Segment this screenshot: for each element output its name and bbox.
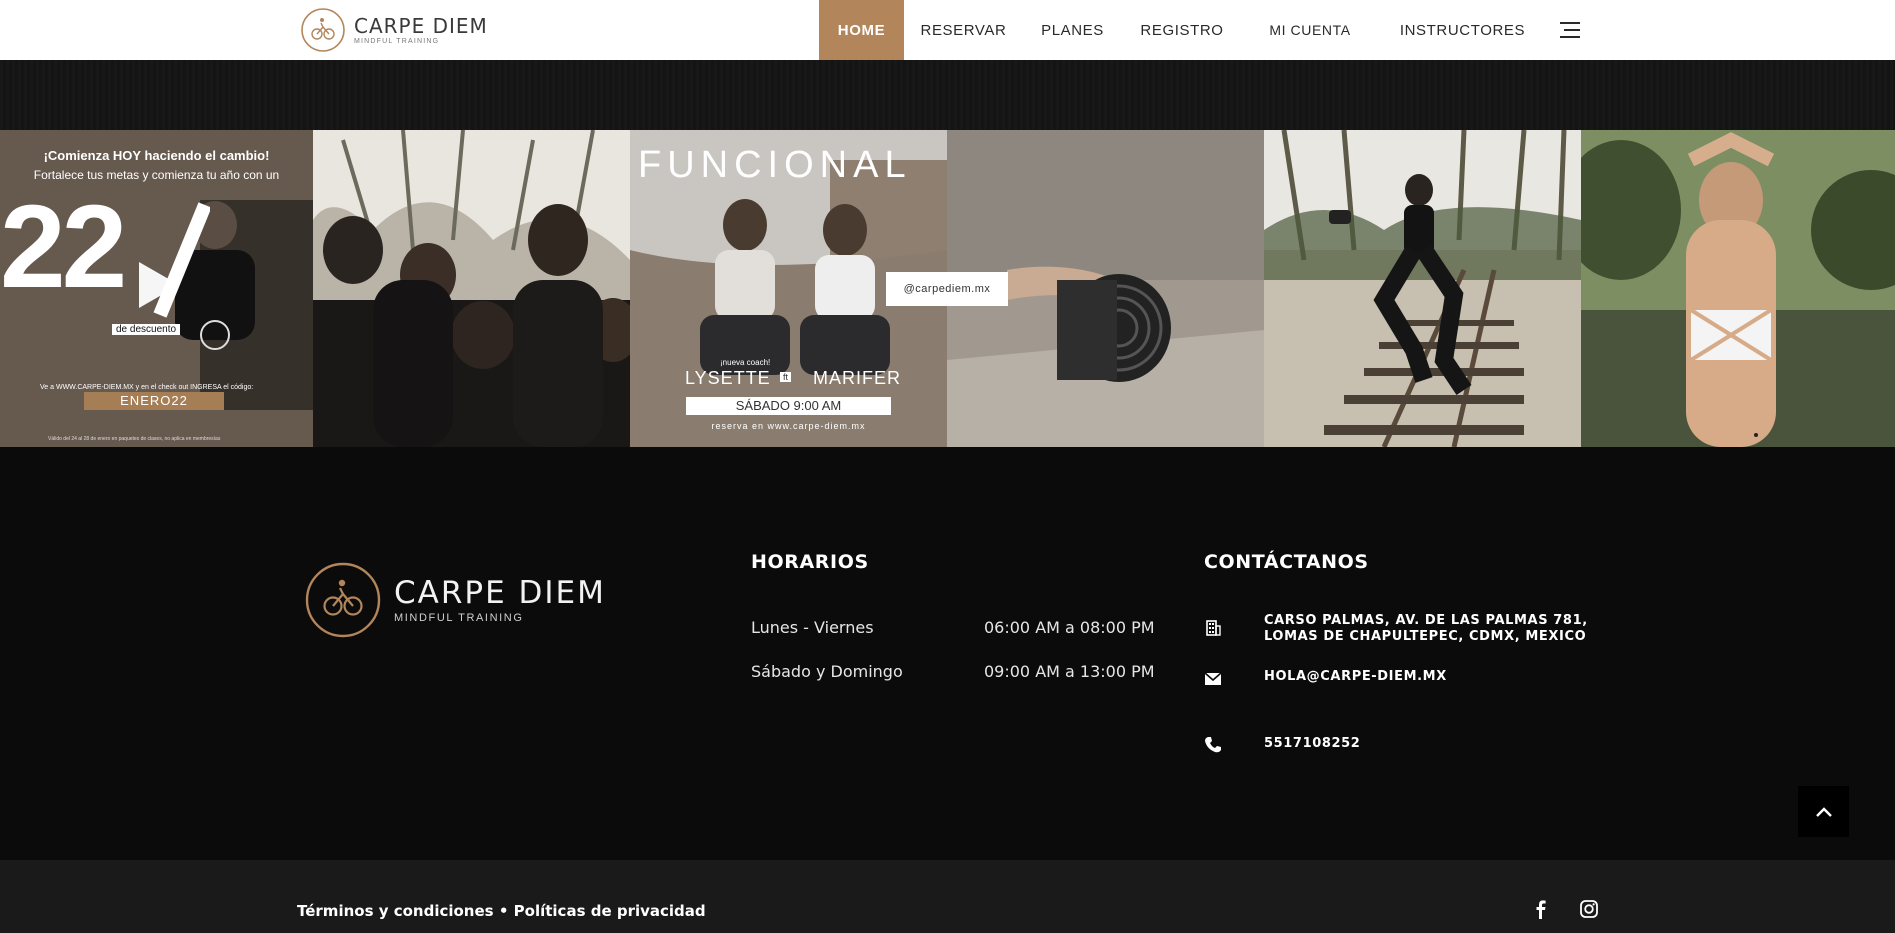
hours-weekday-time: 06:00 AM a 08:00 PM	[984, 618, 1155, 637]
header-brand-tagline: MINDFUL TRAINING	[354, 37, 440, 45]
header-logo[interactable]: CARPE DIEM MINDFUL TRAINING	[300, 7, 488, 53]
hours-weekday-label: Lunes - Viernes	[751, 618, 874, 637]
nav-registro[interactable]: REGISTRO	[1132, 0, 1232, 60]
scroll-to-top-button[interactable]	[1798, 786, 1849, 837]
funcional-reserve: reserva en www.carpe-diem.mx	[711, 421, 866, 431]
gallery-tile-promo[interactable]: ¡Comienza HOY haciendo el cambio! Fortal…	[0, 130, 313, 447]
funcional-ft: ft	[780, 372, 792, 382]
funcional-title: FUNCIONAL	[638, 144, 912, 186]
hours-title: HORARIOS	[751, 551, 869, 573]
legal-links: Términos y condiciones • Políticas de pr…	[297, 902, 706, 920]
funcional-time: SÁBADO 9:00 AM	[735, 398, 842, 413]
funcional-kicker: ¡nueva coach!	[720, 358, 771, 367]
contact-address-line2: LOMAS DE CHAPULTEPEC, CDMX, MEXICO	[1264, 629, 1587, 644]
promo-discount-suffix: de descuento	[112, 324, 181, 335]
envelope-icon	[1204, 672, 1222, 685]
facebook-icon[interactable]	[1531, 898, 1551, 920]
promo-fine-print: Válido del 24 al 28 de enero en paquetes…	[48, 436, 221, 442]
hours-weekend-time: 09:00 AM a 13:00 PM	[984, 662, 1155, 681]
footer-bicycle-logo-icon	[305, 562, 381, 638]
nav-mi-cuenta[interactable]: MI CUENTA	[1264, 0, 1356, 60]
terms-link[interactable]: Términos y condiciones	[297, 902, 494, 920]
nav-reservar[interactable]: RESERVAR	[912, 0, 1015, 60]
bicycle-logo-icon	[301, 8, 345, 52]
gallery-top-band	[0, 60, 1895, 130]
chevron-up-icon	[1815, 806, 1832, 817]
promo-discount-number: 22	[0, 181, 127, 313]
building-icon	[1206, 620, 1221, 636]
header-brand-name: CARPE DIEM	[354, 13, 488, 38]
footer-bottom-bar	[0, 860, 1895, 933]
hours-weekend-label: Sábado y Domingo	[751, 662, 903, 681]
video-play-icon[interactable]	[131, 258, 185, 312]
footer-logo[interactable]: CARPE DIEM MINDFUL TRAINING	[304, 561, 606, 639]
nav-instructores[interactable]: INSTRUCTORES	[1395, 0, 1530, 60]
promo-code: ENERO22	[120, 393, 188, 408]
gallery-tile-lake-stretch[interactable]	[1581, 130, 1895, 447]
legal-separator: •	[498, 902, 509, 920]
contact-phone[interactable]: 5517108252	[1264, 736, 1360, 752]
contact-title: CONTÁCTANOS	[1204, 551, 1369, 573]
phone-icon	[1205, 737, 1221, 753]
contact-address-line1: CARSO PALMAS, AV. DE LAS PALMAS 781,	[1264, 613, 1588, 628]
gallery-tile-railway-squat[interactable]	[1264, 130, 1581, 447]
instagram-icon[interactable]	[1579, 898, 1599, 920]
footer-brand-name: CARPE DIEM	[394, 575, 606, 611]
nav-home[interactable]: HOME	[819, 0, 904, 60]
top-navigation-bar: CARPE DIEM MINDFUL TRAINING HOME RESERVA…	[0, 0, 1895, 60]
funcional-coach-1: LYSETTE	[685, 368, 771, 388]
funcional-coach-2: MARIFER	[813, 368, 901, 388]
gallery-tile-group-photo[interactable]	[313, 130, 630, 447]
privacy-link[interactable]: Políticas de privacidad	[514, 902, 706, 920]
group-photo-image	[313, 130, 630, 447]
promo-headline: ¡Comienza HOY haciendo el cambio!	[43, 148, 270, 163]
nav-planes[interactable]: PLANES	[1035, 0, 1110, 60]
railway-squat-image	[1264, 130, 1581, 447]
promo-instructions: Ve a WWW.CARPE-DIEM.MX y en el check out…	[40, 384, 254, 391]
contact-email[interactable]: HOLA@CARPE-DIEM.MX	[1264, 669, 1447, 685]
lake-stretch-image	[1581, 130, 1895, 447]
instagram-handle-badge[interactable]: @carpediem.mx	[886, 272, 1008, 306]
footer-brand-tagline: MINDFUL TRAINING	[394, 612, 524, 624]
hamburger-icon[interactable]	[1558, 20, 1580, 40]
promo-subline: Fortalece tus metas y comienza tu año co…	[33, 168, 280, 182]
